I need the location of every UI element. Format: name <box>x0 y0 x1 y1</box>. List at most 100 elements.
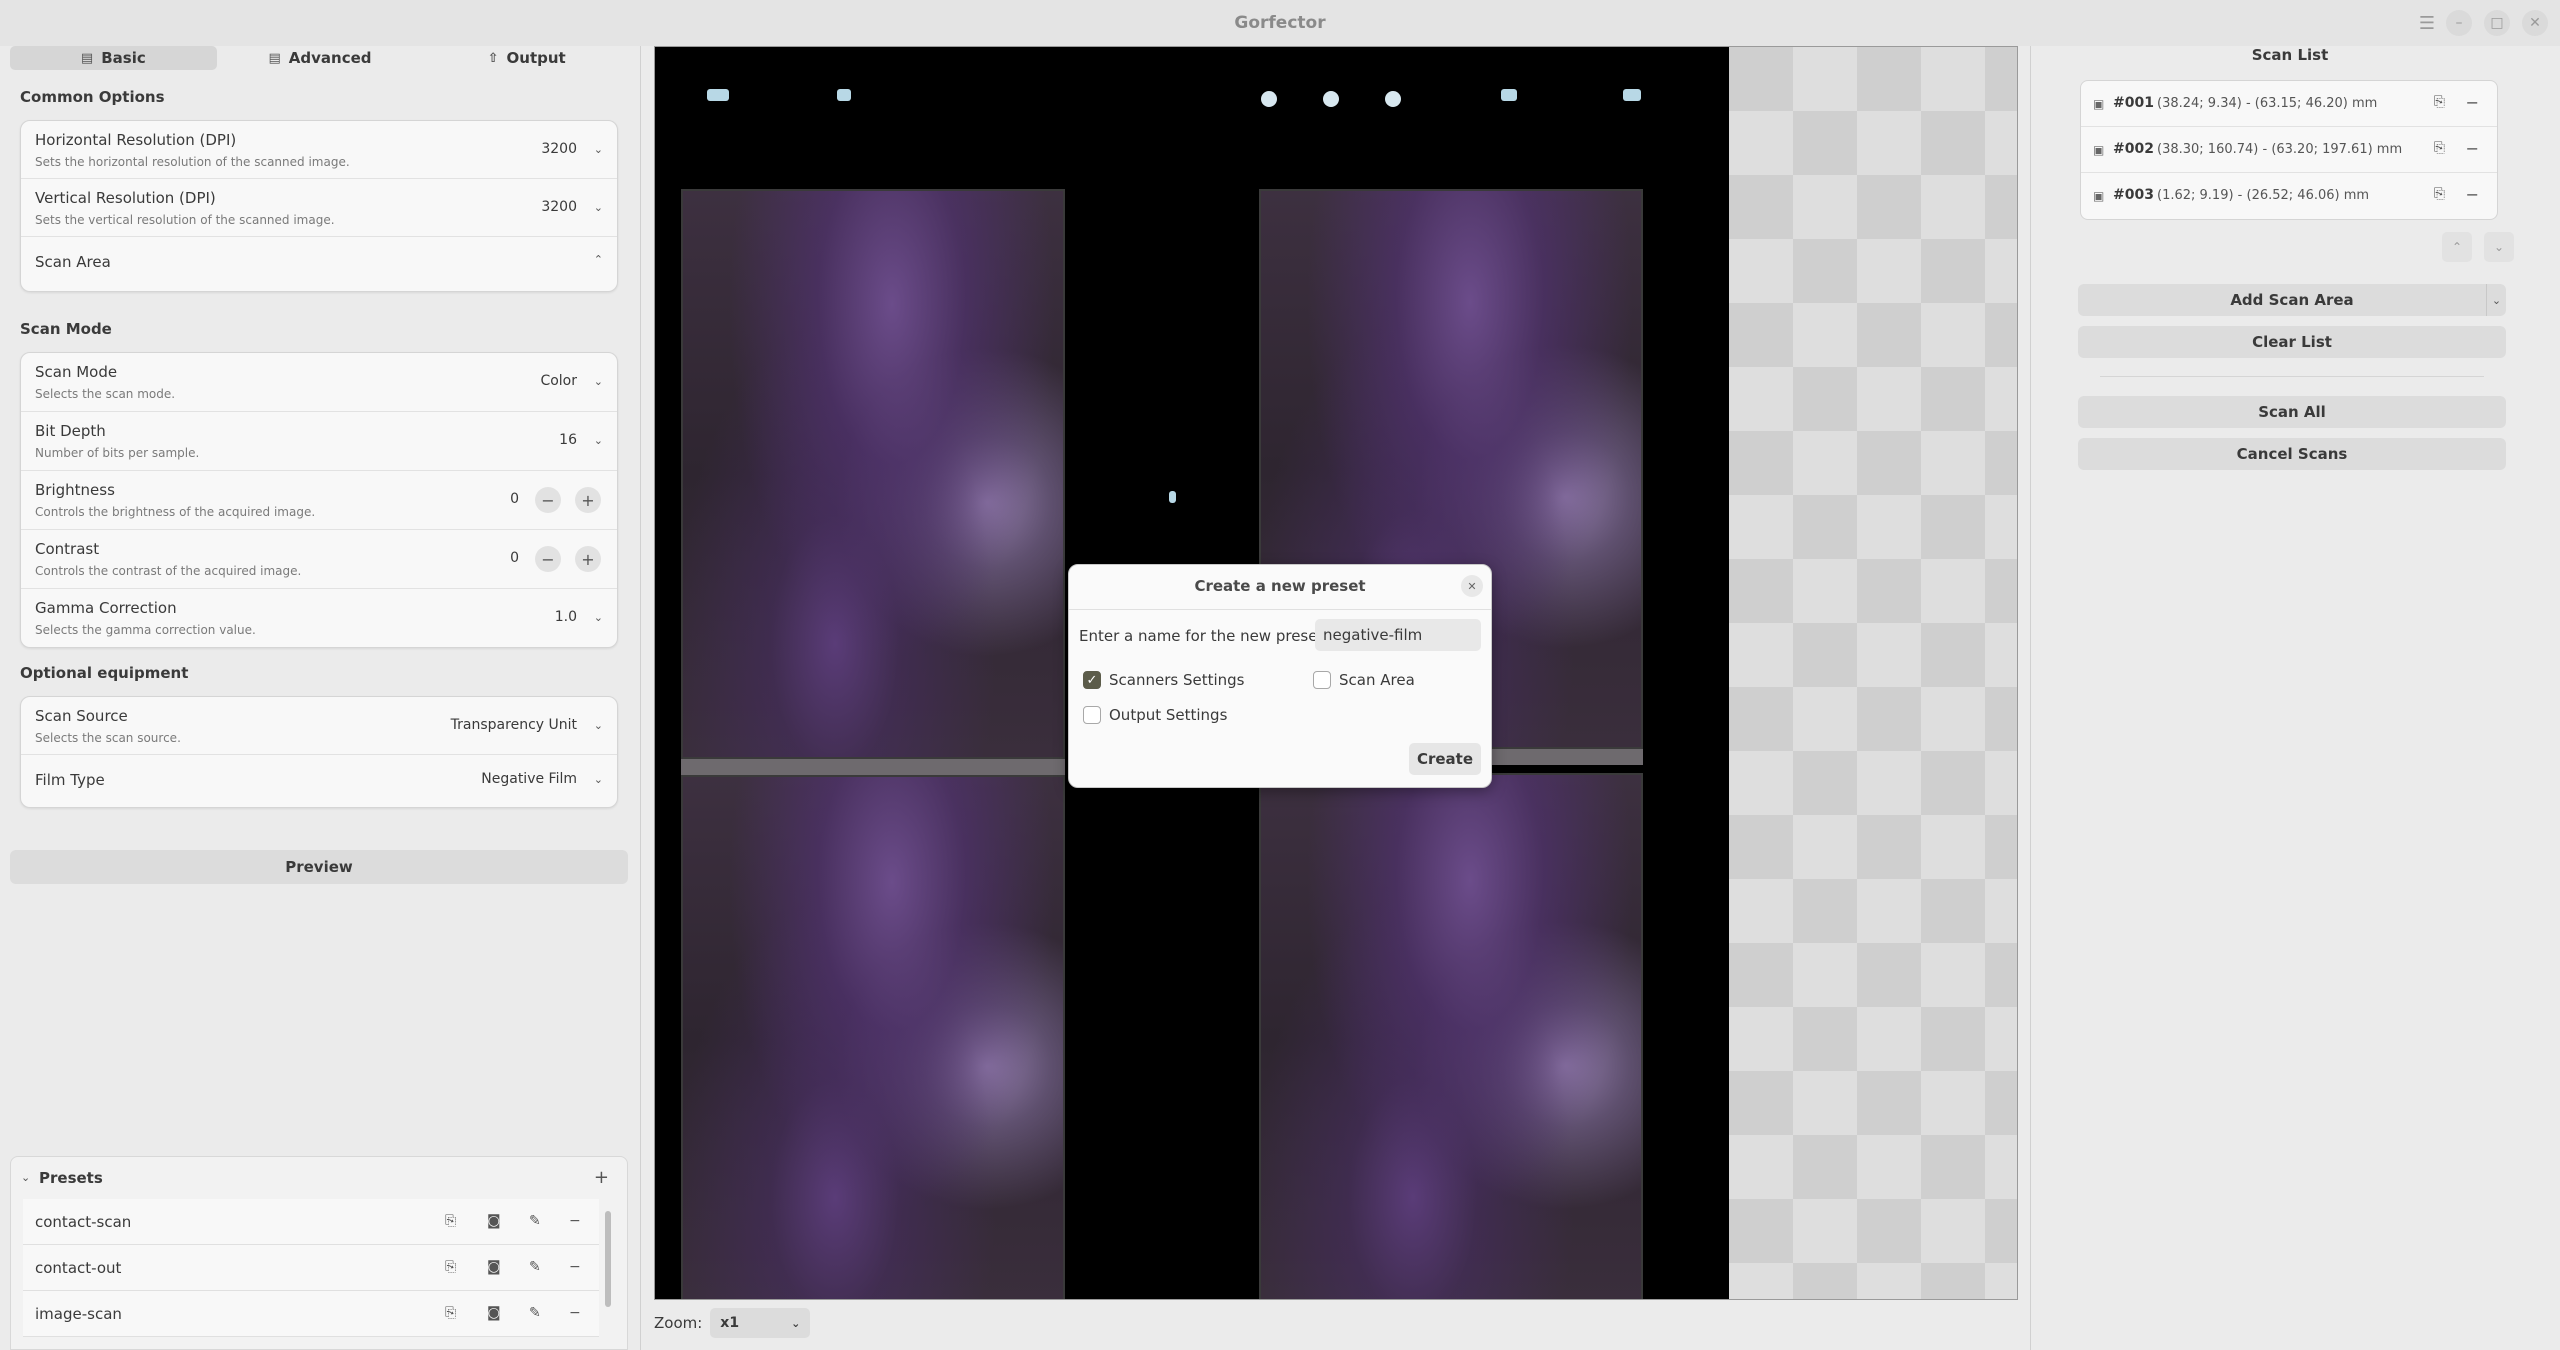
scan-mode-value[interactable]: Color <box>540 373 577 389</box>
chevron-down-icon[interactable]: ⌄ <box>2486 284 2506 316</box>
list-item[interactable]: contact-out ⎘ ◙ ✎ − <box>23 1245 599 1291</box>
move-down-button[interactable]: ⌄ <box>2484 232 2514 262</box>
increment-button[interactable]: + <box>575 487 601 513</box>
remove-icon[interactable]: − <box>569 1259 581 1275</box>
close-icon[interactable]: ✕ <box>2522 10 2548 36</box>
checkbox-icon[interactable] <box>1083 706 1101 724</box>
divider <box>2100 376 2484 377</box>
scan-preview-icon[interactable]: ⎘ <box>2434 94 2445 110</box>
edit-icon[interactable]: ✎ <box>529 1259 541 1275</box>
checkbox-icon[interactable] <box>1313 671 1331 689</box>
apply-output-icon[interactable]: ◙ <box>487 1305 501 1321</box>
chevron-down-icon[interactable]: ⌄ <box>594 201 603 214</box>
film-perforation <box>1323 91 1339 107</box>
chevron-down-icon[interactable]: ⌄ <box>21 1171 30 1184</box>
chevron-down-icon[interactable]: ⌄ <box>594 611 603 624</box>
film-perforation <box>707 89 729 101</box>
preset-name-input[interactable] <box>1315 619 1481 651</box>
list-item[interactable]: ▣ #001 (38.24; 9.34) - (63.15; 46.20) mm… <box>2081 81 2497 127</box>
scrollbar[interactable] <box>605 1211 611 1307</box>
scan-mode-row[interactable]: Scan Mode Selects the scan mode. Color ⌄ <box>21 353 617 412</box>
presets-title[interactable]: Presets <box>39 1169 103 1187</box>
scan-id: #001 <box>2113 95 2154 111</box>
list-item[interactable]: ▣ #003 (1.62; 9.19) - (26.52; 46.06) mm … <box>2081 173 2497 219</box>
scan-mode-title: Scan Mode <box>20 320 112 338</box>
chevron-down-icon[interactable]: ⌄ <box>594 375 603 388</box>
gamma-correction-value[interactable]: 1.0 <box>555 609 577 625</box>
zoom-select[interactable]: x1 ⌄ <box>710 1308 811 1338</box>
apply-scan-icon[interactable]: ⎘ <box>445 1305 456 1321</box>
row-label: Gamma Correction <box>35 599 177 617</box>
gamma-correction-row[interactable]: Gamma Correction Selects the gamma corre… <box>21 589 617 647</box>
tab-basic[interactable]: ▤ Basic <box>10 46 217 70</box>
scan-mode-card: Scan Mode Selects the scan mode. Color ⌄… <box>20 352 618 648</box>
apply-scan-icon[interactable]: ⎘ <box>445 1213 456 1229</box>
scan-area-checkbox[interactable]: Scan Area <box>1313 671 1415 689</box>
tab-output[interactable]: ⇧ Output <box>423 46 630 70</box>
preset-name: image-scan <box>35 1305 122 1323</box>
film-perforation <box>1501 89 1517 101</box>
list-item[interactable]: contact-scan ⎘ ◙ ✎ − <box>23 1199 599 1245</box>
checkbox-checked-icon[interactable]: ✓ <box>1083 671 1101 689</box>
list-item[interactable]: image-scan ⎘ ◙ ✎ − <box>23 1291 599 1337</box>
apply-scan-icon[interactable]: ⎘ <box>445 1259 456 1275</box>
divider <box>2030 46 2031 1350</box>
film-perforation <box>1261 91 1277 107</box>
create-button[interactable]: Create <box>1409 743 1481 775</box>
common-options-card: Horizontal Resolution (DPI) Sets the hor… <box>20 120 618 292</box>
output-settings-checkbox[interactable]: Output Settings <box>1083 706 1227 724</box>
horizontal-resolution-value[interactable]: 3200 <box>541 141 577 157</box>
scan-source-row[interactable]: Scan Source Selects the scan source. Tra… <box>21 697 617 755</box>
scanners-settings-checkbox[interactable]: ✓ Scanners Settings <box>1083 671 1244 689</box>
row-subtitle: Selects the scan source. <box>35 731 181 745</box>
decrement-button[interactable]: − <box>535 546 561 572</box>
edit-icon[interactable]: ✎ <box>529 1305 541 1321</box>
scan-all-button[interactable]: Scan All <box>2078 396 2506 428</box>
cancel-scans-button[interactable]: Cancel Scans <box>2078 438 2506 470</box>
chevron-down-icon[interactable]: ⌄ <box>594 434 603 447</box>
chevron-up-icon[interactable]: ⌃ <box>594 253 603 266</box>
remove-icon[interactable]: − <box>2466 185 2479 204</box>
move-up-button[interactable]: ⌃ <box>2442 232 2472 262</box>
bit-depth-value[interactable]: 16 <box>559 432 577 448</box>
vertical-resolution-row[interactable]: Vertical Resolution (DPI) Sets the verti… <box>21 179 617 237</box>
film-perforation <box>1623 89 1641 101</box>
horizontal-resolution-row[interactable]: Horizontal Resolution (DPI) Sets the hor… <box>21 121 617 179</box>
film-type-value[interactable]: Negative Film <box>481 771 577 787</box>
clear-list-button[interactable]: Clear List <box>2078 326 2506 358</box>
scan-area-row[interactable]: Scan Area ⌃ <box>21 237 617 291</box>
edit-icon[interactable]: ✎ <box>529 1213 541 1229</box>
bit-depth-row[interactable]: Bit Depth Number of bits per sample. 16 … <box>21 412 617 471</box>
chevron-down-icon[interactable]: ⌄ <box>594 719 603 732</box>
remove-icon[interactable]: − <box>569 1213 581 1229</box>
apply-output-icon[interactable]: ◙ <box>487 1213 501 1229</box>
row-label: Bit Depth <box>35 422 106 440</box>
transparent-area <box>1729 47 2017 1299</box>
remove-icon[interactable]: − <box>569 1305 581 1321</box>
add-preset-icon[interactable]: + <box>594 1167 609 1188</box>
film-type-row[interactable]: Film Type Negative Film ⌄ <box>21 755 617 807</box>
maximize-icon[interactable]: □ <box>2484 10 2510 36</box>
vertical-resolution-value[interactable]: 3200 <box>541 199 577 215</box>
row-label: Horizontal Resolution (DPI) <box>35 131 237 149</box>
add-scan-area-button[interactable]: Add Scan Area <box>2078 284 2506 316</box>
decrement-button[interactable]: − <box>535 487 561 513</box>
chevron-down-icon[interactable]: ⌄ <box>594 143 603 156</box>
scan-id: #003 <box>2113 187 2154 203</box>
scan-preview-icon[interactable]: ⎘ <box>2434 186 2445 202</box>
close-icon[interactable]: ✕ <box>1461 575 1483 597</box>
list-item[interactable]: ▣ #002 (38.30; 160.74) - (63.20; 197.61)… <box>2081 127 2497 173</box>
scan-preview-icon[interactable]: ⎘ <box>2434 140 2445 156</box>
scan-area-icon: ▣ <box>2093 97 2105 111</box>
remove-icon[interactable]: − <box>2466 93 2479 112</box>
minimize-icon[interactable]: – <box>2446 10 2472 36</box>
tab-advanced[interactable]: ▤ Advanced <box>217 46 424 70</box>
chevron-down-icon[interactable]: ⌄ <box>594 773 603 786</box>
increment-button[interactable]: + <box>575 546 601 572</box>
checkbox-label: Scanners Settings <box>1109 671 1245 689</box>
remove-icon[interactable]: − <box>2466 139 2479 158</box>
preview-button[interactable]: Preview <box>10 850 628 884</box>
scan-source-value[interactable]: Transparency Unit <box>451 717 577 733</box>
apply-output-icon[interactable]: ◙ <box>487 1259 501 1275</box>
menu-icon[interactable]: ☰ <box>2414 10 2440 36</box>
